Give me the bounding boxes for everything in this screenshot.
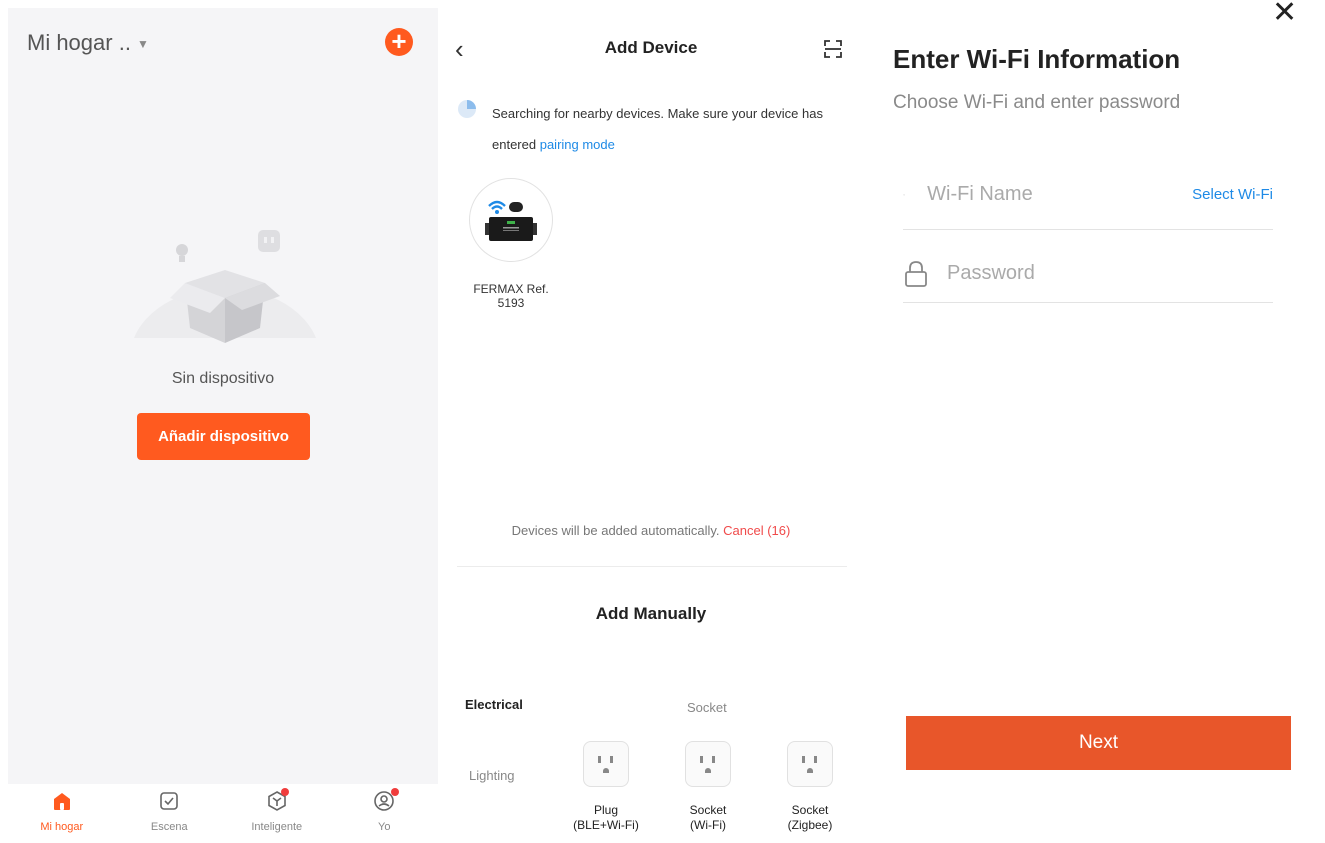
lock-icon bbox=[905, 260, 927, 287]
notification-badge bbox=[281, 788, 289, 796]
wifi-name-input[interactable] bbox=[927, 183, 1193, 206]
product-plug-ble-wifi[interactable]: Plug (BLE+Wi-Fi) bbox=[561, 741, 651, 833]
device-name: FERMAX Ref. 5193 bbox=[473, 282, 549, 310]
section-title: Socket bbox=[687, 700, 727, 715]
next-button[interactable]: Next bbox=[906, 716, 1291, 770]
tab-yo[interactable]: Yo bbox=[331, 784, 439, 843]
wifi-info-screen: ✕ Enter Wi-Fi Information Choose Wi-Fi a… bbox=[868, 0, 1325, 843]
category-electrical[interactable]: Electrical bbox=[465, 697, 523, 712]
tab-label: Inteligente bbox=[251, 821, 303, 833]
scan-qr-icon[interactable] bbox=[822, 38, 844, 60]
cancel-search-link[interactable]: Cancel (16) bbox=[723, 523, 790, 538]
auto-add-text: Devices will be added automatically. bbox=[511, 523, 720, 538]
tab-label: Escena bbox=[150, 821, 188, 833]
home-selector[interactable]: Mi hogar .. ▼ bbox=[27, 30, 149, 56]
found-device[interactable]: FERMAX Ref. 5193 bbox=[469, 178, 553, 310]
check-square-icon bbox=[160, 792, 179, 810]
home-icon bbox=[53, 793, 70, 810]
caret-down-icon: ▼ bbox=[136, 37, 149, 51]
product-socket-wifi[interactable]: Socket (Wi-Fi) bbox=[663, 741, 753, 833]
category-lighting[interactable]: Lighting bbox=[469, 768, 515, 783]
wifi-name-row: Select Wi-Fi bbox=[903, 160, 1273, 230]
password-row bbox=[903, 245, 1273, 303]
device-thumbnail bbox=[469, 178, 553, 262]
auto-add-notice: Devices will be added automatically. Can… bbox=[445, 523, 857, 538]
tab-inteligente[interactable]: Inteligente bbox=[223, 784, 331, 843]
add-manually-title: Add Manually bbox=[595, 604, 707, 623]
tab-escena[interactable]: Escena bbox=[116, 784, 224, 843]
product-label: Plug (BLE+Wi-Fi) bbox=[573, 803, 639, 832]
add-device-button[interactable]: Añadir dispositivo bbox=[137, 413, 310, 460]
page-subtitle: Choose Wi-Fi and enter password bbox=[893, 92, 1181, 113]
socket-icon bbox=[787, 741, 833, 787]
product-label: Socket (Zigbee) bbox=[787, 803, 833, 832]
pairing-mode-link[interactable]: pairing mode bbox=[540, 137, 615, 152]
page-title: Enter Wi-Fi Information bbox=[893, 44, 1181, 74]
add-device-screen: ‹ Add Device Searching for nearby device… bbox=[445, 8, 857, 843]
socket-icon bbox=[685, 741, 731, 787]
device-image-icon bbox=[485, 200, 537, 241]
add-plus-button[interactable]: + bbox=[385, 28, 413, 56]
search-status: Searching for nearby devices. Make sure … bbox=[492, 98, 842, 160]
divider bbox=[457, 566, 847, 567]
socket-icon bbox=[583, 741, 629, 787]
password-input[interactable] bbox=[947, 262, 1273, 285]
home-screen: Mi hogar .. ▼ + Sin dispositivo Añadir d… bbox=[8, 8, 438, 843]
searching-spinner-icon bbox=[458, 100, 476, 118]
tab-label: Yo bbox=[378, 821, 391, 833]
empty-box-illustration bbox=[130, 230, 320, 368]
close-icon[interactable]: ✕ bbox=[1272, 0, 1297, 28]
page-title: Add Device bbox=[604, 38, 698, 57]
bottom-tab-bar: Mi hogar Escena Inteligente Yo bbox=[8, 784, 438, 843]
tab-mi-hogar[interactable]: Mi hogar bbox=[8, 784, 116, 843]
notification-badge bbox=[390, 788, 399, 796]
empty-state-text: Sin dispositivo bbox=[171, 370, 275, 387]
home-title: Mi hogar .. bbox=[27, 30, 131, 55]
wifi-icon bbox=[903, 193, 906, 196]
product-socket-zigbee[interactable]: Socket (Zigbee) bbox=[765, 741, 855, 833]
select-wifi-link[interactable]: Select Wi-Fi bbox=[1192, 186, 1273, 203]
tab-label: Mi hogar bbox=[40, 821, 84, 833]
product-label: Socket (Wi-Fi) bbox=[689, 803, 727, 832]
